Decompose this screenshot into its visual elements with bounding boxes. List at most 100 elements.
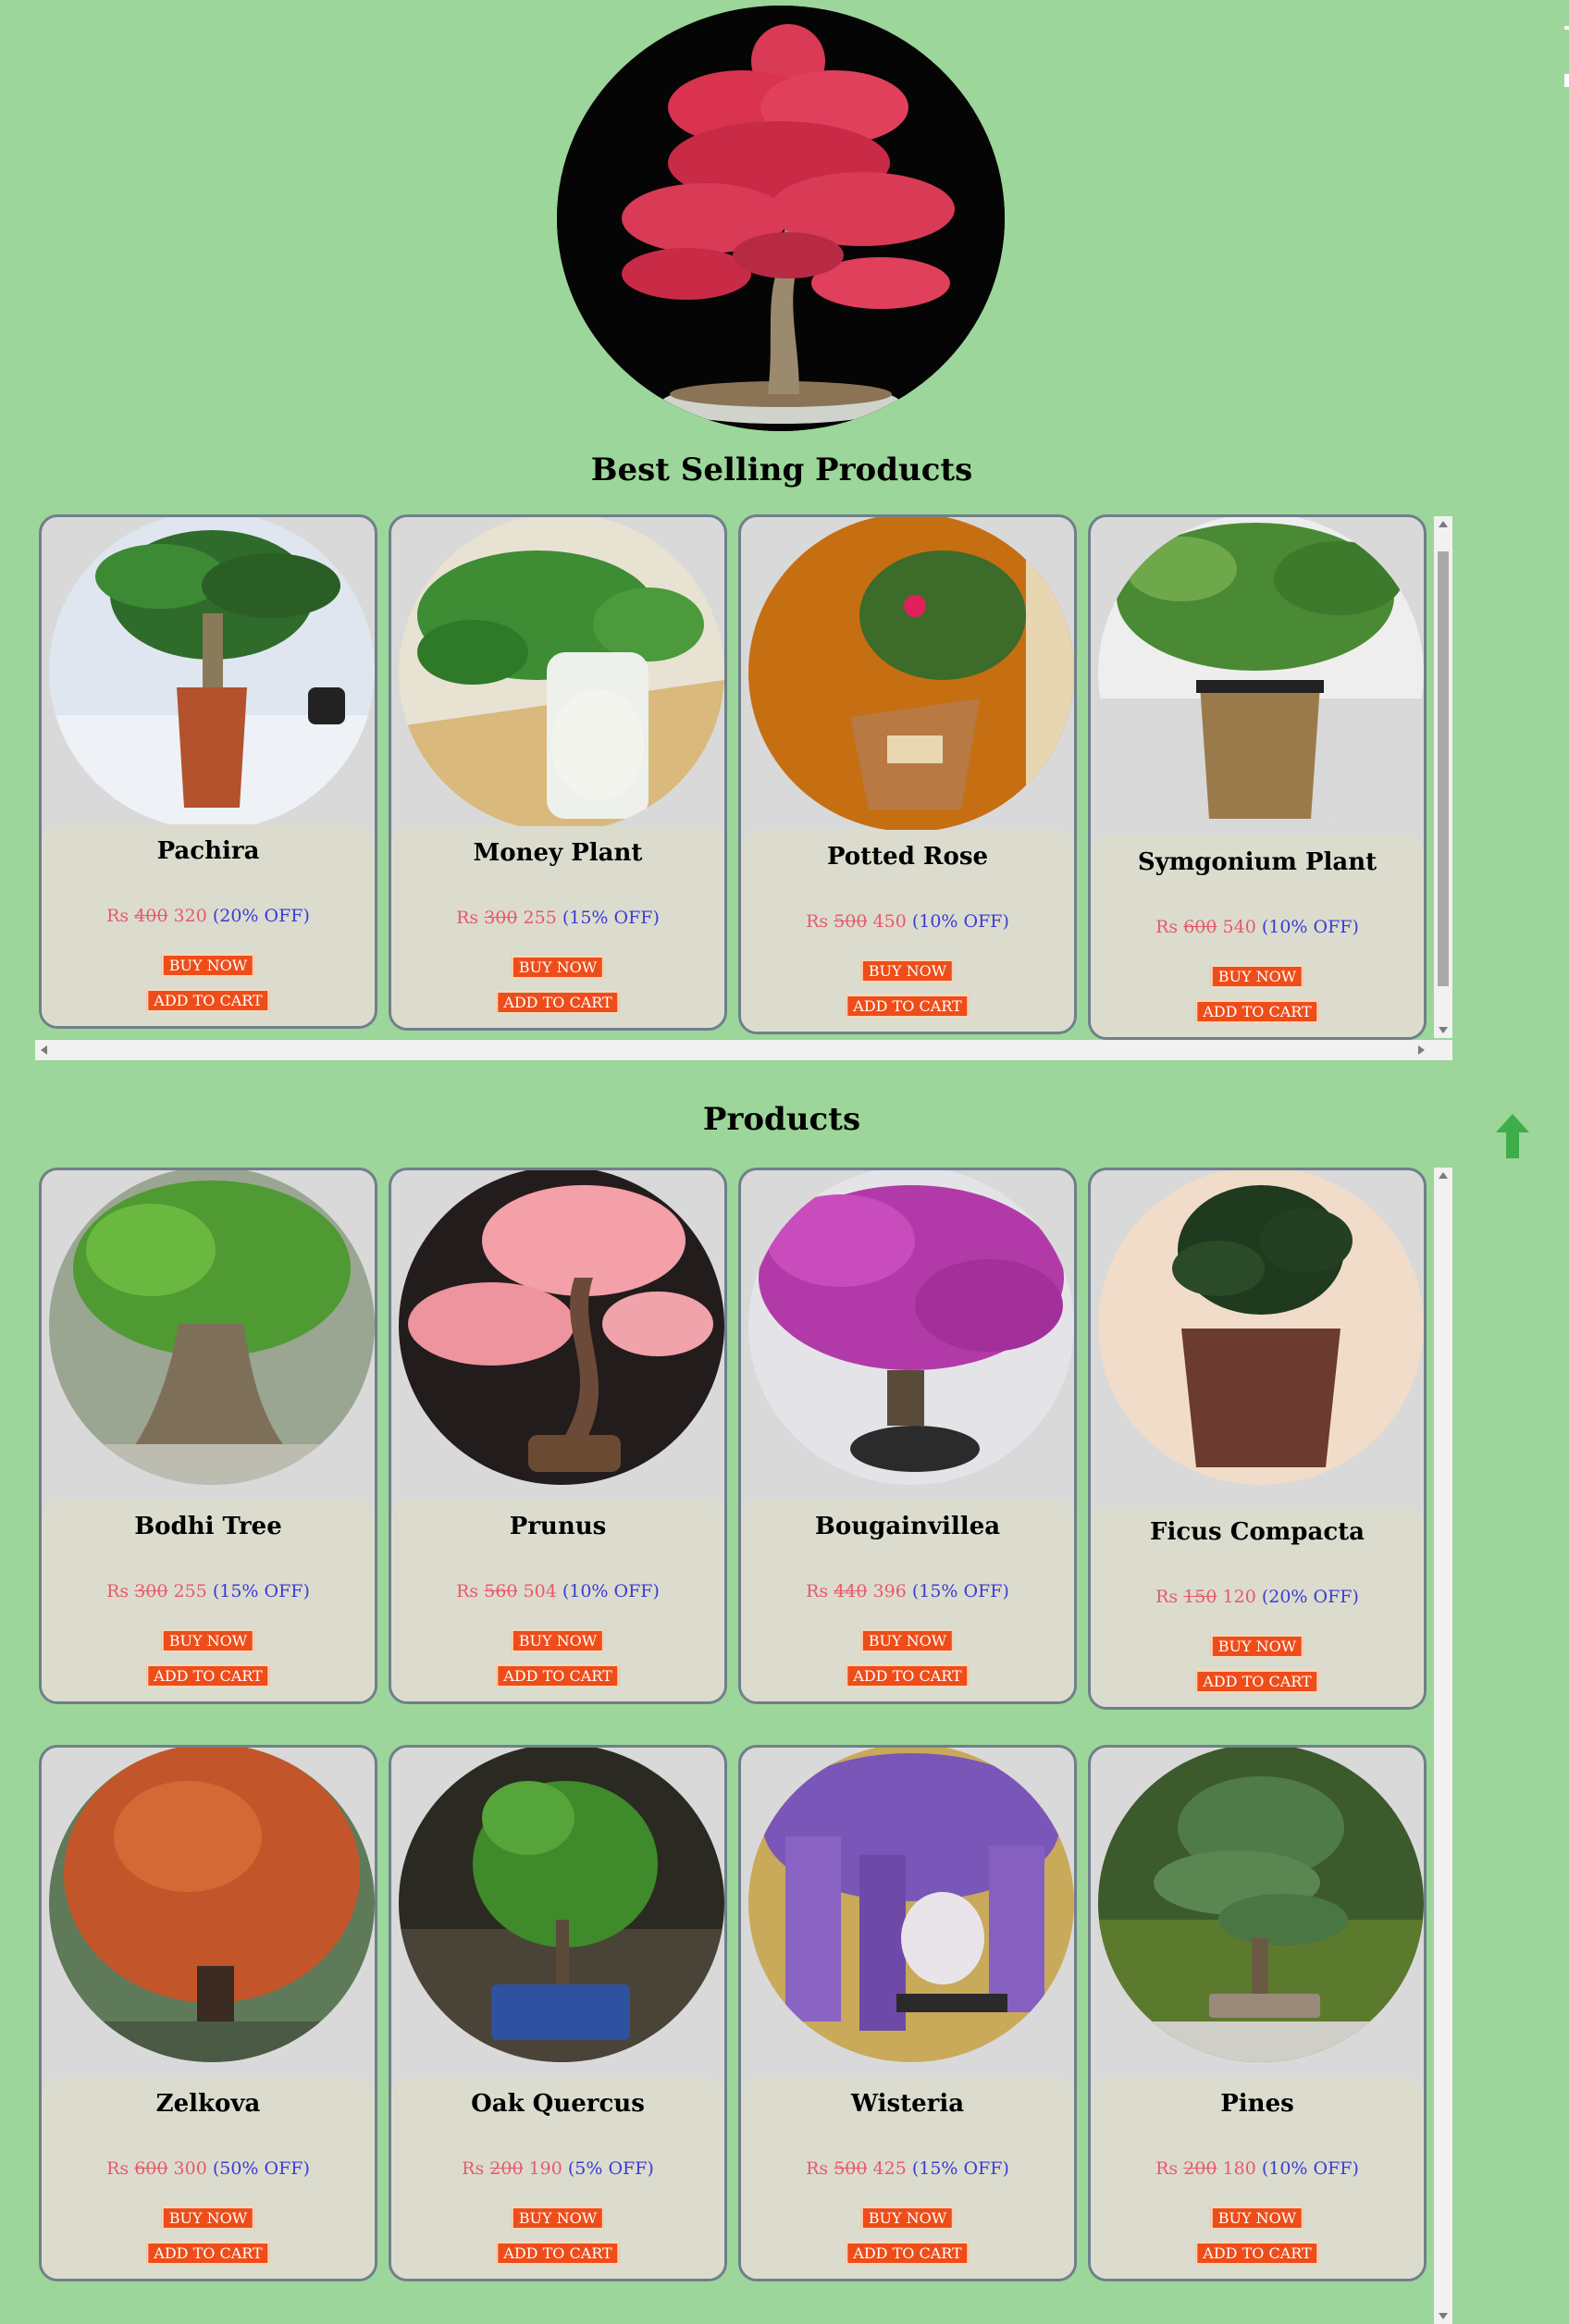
discount-label: (50% OFF) xyxy=(212,2158,310,2179)
product-price: Rs 400 320 (20% OFF) xyxy=(106,906,310,926)
product-image xyxy=(49,517,375,830)
buy-now-button[interactable]: BUY NOW xyxy=(860,1629,955,1652)
add-to-cart-button[interactable]: ADD TO CART xyxy=(146,989,270,1012)
add-to-cart-button[interactable]: ADD TO CART xyxy=(1195,1000,1319,1023)
product-image xyxy=(399,1170,724,1485)
horizontal-scrollbar[interactable] xyxy=(35,1040,1452,1060)
add-to-cart-button[interactable]: ADD TO CART xyxy=(146,1664,270,1687)
discount-label: (10% OFF) xyxy=(911,911,1009,932)
old-price: 600 xyxy=(134,2158,168,2179)
old-price: 300 xyxy=(134,1581,168,1601)
old-price: 560 xyxy=(484,1581,518,1601)
product-card-bodhi-tree: Bodhi Tree Rs 300 255 (15% OFF) BUY NOW … xyxy=(39,1168,377,1704)
add-to-cart-button[interactable]: ADD TO CART xyxy=(496,1664,620,1687)
discount-label: (10% OFF) xyxy=(1261,2158,1359,2179)
product-price: Rs 500 450 (10% OFF) xyxy=(806,911,1009,932)
vertical-scrollbar[interactable] xyxy=(1434,1168,1452,2324)
add-to-cart-button[interactable]: ADD TO CART xyxy=(1195,1670,1319,1693)
scroll-right-icon[interactable] xyxy=(1418,1045,1425,1055)
product-price: Rs 600 540 (10% OFF) xyxy=(1155,917,1359,937)
product-card-ficus-compacta: Ficus Compacta Rs 150 120 (20% OFF) BUY … xyxy=(1088,1168,1427,1710)
product-info: Zelkova Rs 600 300 (50% OFF) BUY NOW ADD… xyxy=(42,2077,375,2279)
add-to-cart-button[interactable]: ADD TO CART xyxy=(146,2242,270,2265)
scroll-down-icon[interactable] xyxy=(1439,1027,1448,1033)
add-to-cart-button[interactable]: ADD TO CART xyxy=(846,2242,970,2265)
back-to-top-up-arrow-icon[interactable] xyxy=(1494,1112,1531,1160)
buy-now-button[interactable]: BUY NOW xyxy=(161,1629,255,1652)
product-info: Bodhi Tree Rs 300 255 (15% OFF) BUY NOW … xyxy=(42,1500,375,1701)
product-price: Rs 200 180 (10% OFF) xyxy=(1155,2158,1359,2179)
product-info: Wisteria Rs 500 425 (15% OFF) BUY NOW AD… xyxy=(741,2077,1074,2279)
product-info: Pachira Rs 400 320 (20% OFF) BUY NOW ADD… xyxy=(42,824,375,1026)
products-grid[interactable]: Bodhi Tree Rs 300 255 (15% OFF) BUY NOW … xyxy=(35,1168,1452,2324)
scrollbar-thumb[interactable] xyxy=(1438,551,1449,986)
product-info: Bougainvillea Rs 440 396 (15% OFF) BUY N… xyxy=(741,1500,1074,1701)
buy-now-button[interactable]: BUY NOW xyxy=(1210,965,1304,988)
scroll-down-icon[interactable] xyxy=(1439,2313,1448,2319)
product-image xyxy=(399,1748,724,2062)
old-price: 440 xyxy=(834,1581,868,1601)
product-image xyxy=(399,517,724,832)
buy-now-button[interactable]: BUY NOW xyxy=(511,956,605,979)
add-to-cart-button[interactable]: ADD TO CART xyxy=(846,995,970,1018)
best-selling-carousel[interactable]: Pachira Rs 400 320 (20% OFF) BUY NOW ADD… xyxy=(35,514,1452,1060)
buy-now-button[interactable]: BUY NOW xyxy=(860,2207,955,2230)
discount-label: (5% OFF) xyxy=(567,2158,654,2179)
product-info: Symgonium Plant Rs 600 540 (10% OFF) BUY… xyxy=(1091,835,1424,1037)
product-price: Rs 300 255 (15% OFF) xyxy=(456,908,660,928)
product-price: Rs 500 425 (15% OFF) xyxy=(806,2158,1009,2179)
old-price: 200 xyxy=(1183,2158,1217,2179)
buy-now-button[interactable]: BUY NOW xyxy=(1210,2207,1304,2230)
scroll-up-icon[interactable] xyxy=(1439,1172,1448,1179)
add-to-cart-button[interactable]: ADD TO CART xyxy=(496,991,620,1014)
old-price: 500 xyxy=(834,911,868,932)
product-price: Rs 560 504 (10% OFF) xyxy=(456,1581,660,1601)
new-price: 180 xyxy=(1222,2158,1256,2179)
vertical-scrollbar[interactable] xyxy=(1434,516,1452,1038)
new-price: 255 xyxy=(523,908,557,928)
product-card-money-plant: Money Plant Rs 300 255 (15% OFF) BUY NOW… xyxy=(389,514,727,1031)
product-info: Money Plant Rs 300 255 (15% OFF) BUY NOW… xyxy=(391,826,724,1028)
add-to-cart-button[interactable]: ADD TO CART xyxy=(846,1664,970,1687)
scroll-up-icon[interactable] xyxy=(1439,521,1448,527)
product-name: Pachira xyxy=(156,837,260,865)
buy-now-button[interactable]: BUY NOW xyxy=(860,959,955,983)
buy-now-button[interactable]: BUY NOW xyxy=(1210,1635,1304,1658)
product-name: Symgonium Plant xyxy=(1137,848,1378,876)
old-price: 200 xyxy=(489,2158,524,2179)
new-price: 120 xyxy=(1222,1587,1256,1607)
product-image xyxy=(49,1170,375,1485)
add-to-cart-button[interactable]: ADD TO CART xyxy=(1195,2242,1319,2265)
old-price: 500 xyxy=(834,2158,868,2179)
edge-marker xyxy=(1564,74,1569,87)
new-price: 540 xyxy=(1222,917,1256,937)
buy-now-button[interactable]: BUY NOW xyxy=(511,1629,605,1652)
old-price: 400 xyxy=(134,906,168,926)
best-selling-heading: Best Selling Products xyxy=(590,451,973,488)
product-name: Zelkova xyxy=(155,2090,261,2118)
scroll-left-icon[interactable] xyxy=(41,1045,47,1055)
new-price: 425 xyxy=(872,2158,907,2179)
buy-now-button[interactable]: BUY NOW xyxy=(161,2207,255,2230)
discount-label: (15% OFF) xyxy=(212,1581,310,1601)
product-name: Money Plant xyxy=(473,839,643,867)
product-card-wisteria: Wisteria Rs 500 425 (15% OFF) BUY NOW AD… xyxy=(738,1745,1077,2281)
new-price: 320 xyxy=(173,906,207,926)
add-to-cart-button[interactable]: ADD TO CART xyxy=(496,2242,620,2265)
discount-label: (10% OFF) xyxy=(562,1581,660,1601)
product-name: Oak Quercus xyxy=(471,2090,645,2118)
new-price: 396 xyxy=(872,1581,907,1601)
product-info: Potted Rose Rs 500 450 (10% OFF) BUY NOW… xyxy=(741,830,1074,1032)
product-card-potted-rose: Potted Rose Rs 500 450 (10% OFF) BUY NOW… xyxy=(738,514,1077,1034)
buy-now-button[interactable]: BUY NOW xyxy=(511,2207,605,2230)
product-name: Ficus Compacta xyxy=(1149,1518,1365,1546)
old-price: 300 xyxy=(484,908,518,928)
product-info: Prunus Rs 560 504 (10% OFF) BUY NOW ADD … xyxy=(391,1500,724,1701)
new-price: 504 xyxy=(523,1581,557,1601)
product-card-bougainvillea: Bougainvillea Rs 440 396 (15% OFF) BUY N… xyxy=(738,1168,1077,1704)
product-name: Pines xyxy=(1220,2090,1294,2118)
buy-now-button[interactable]: BUY NOW xyxy=(161,954,255,977)
new-price: 190 xyxy=(528,2158,562,2179)
product-info: Oak Quercus Rs 200 190 (5% OFF) BUY NOW … xyxy=(391,2077,724,2279)
product-info: Pines Rs 200 180 (10% OFF) BUY NOW ADD T… xyxy=(1091,2077,1424,2279)
